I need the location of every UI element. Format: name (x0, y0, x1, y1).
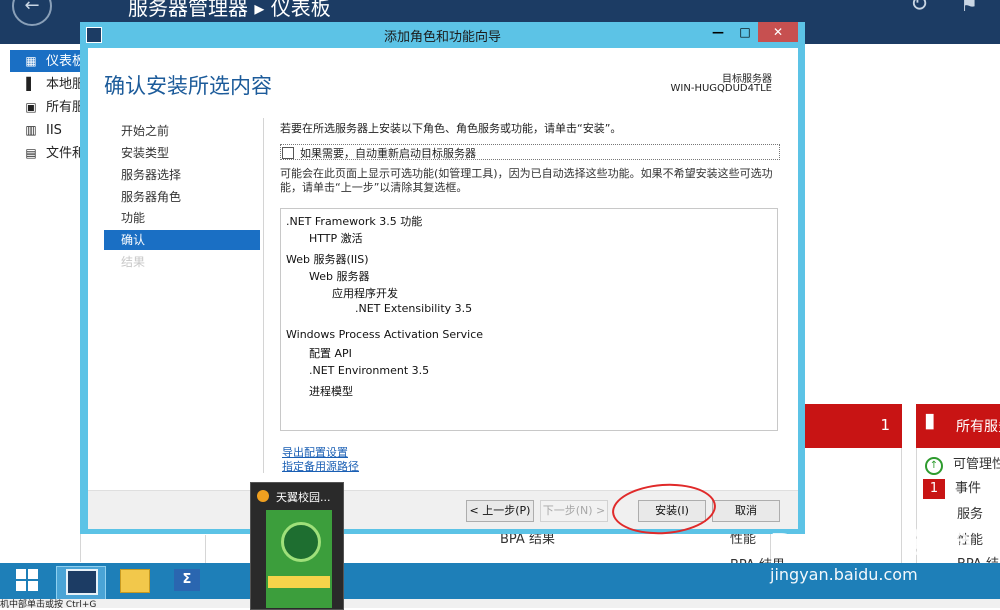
preview-banner-graphic (268, 576, 330, 588)
step-label: 功能 (121, 211, 146, 225)
tile-row-label: 可管理性 (953, 457, 1000, 472)
dashboard-icon: ▦ (25, 54, 37, 68)
feature-item: Windows Process Activation Service (286, 328, 484, 341)
notifications-flag-icon[interactable]: ⚑ (960, 0, 978, 16)
feature-item: 配置 API (309, 347, 352, 360)
page-title: 确认安装所选内容 (104, 74, 272, 98)
alternate-source-link[interactable]: 指定备用源路径 (282, 458, 359, 474)
windows-start-icon[interactable] (16, 569, 40, 593)
step-label: 结果 (121, 255, 146, 269)
feature-item: 进程模型 (309, 385, 353, 398)
file-storage-icon: ▤ (25, 146, 37, 160)
sidebar-item-label: IIS (46, 123, 62, 138)
all-servers-tile-header[interactable]: ▊ 所有服务器 (916, 404, 1000, 448)
events-row[interactable]: 1 事件 (923, 477, 981, 499)
sidebar-item-file-storage[interactable]: ▤ 文件和存储服务 (10, 142, 80, 164)
thumbnail-title: 天翼校园... (276, 491, 331, 504)
next-button[interactable]: 下一步(N) > (540, 500, 608, 522)
previous-button[interactable]: < 上一步(P) (466, 500, 534, 522)
server-manager-sidebar: ▦ 仪表板 ▌ 本地服务器 ▣ 所有服务器 ▥ IIS ▤ 文件和存储服务 (10, 44, 81, 562)
step-label: 服务器角色 (121, 190, 182, 204)
ok-arrow-icon: ↑ (925, 457, 943, 475)
server-manager-icon (66, 569, 98, 595)
step-confirmation[interactable]: 确认 (104, 230, 260, 250)
cancel-button[interactable]: 取消 (712, 500, 780, 522)
iis-icon: ▥ (25, 123, 37, 137)
tile-title: 所有服务器 (956, 419, 1000, 435)
step-label: 服务器选择 (121, 168, 182, 182)
step-server-roles[interactable]: 服务器角色 (104, 187, 260, 207)
start-pane (28, 569, 38, 579)
start-pane (16, 569, 26, 579)
selected-features-list[interactable]: .NET Framework 3.5 功能 HTTP 激活 Web 服务器(II… (280, 208, 778, 431)
sidebar-item-label: 文件和存储服务 (46, 146, 80, 161)
restart-checkbox[interactable] (282, 147, 294, 159)
breadcrumb-separator: ▸ (254, 0, 265, 20)
tile-row-label: 事件 (955, 481, 982, 496)
steps-divider (263, 118, 264, 473)
sidebar-item-iis[interactable]: ▥ IIS (10, 119, 80, 141)
start-pane (28, 581, 38, 591)
file-explorer-icon[interactable] (120, 569, 150, 593)
status-hint: 机中部单击或按 Ctrl+G (0, 600, 97, 610)
preview-ring-graphic (281, 522, 321, 562)
event-count-badge: 1 (923, 479, 945, 499)
title-prefix: 服务器管理器 (128, 0, 248, 20)
sidebar-item-all-servers[interactable]: ▣ 所有服务器 (10, 96, 80, 118)
step-results: 结果 (104, 252, 260, 272)
feature-item: HTTP 激活 (309, 232, 363, 245)
sidebar-item-dashboard[interactable]: ▦ 仪表板 (10, 50, 80, 72)
wizard-title: 添加角色和功能向导 (383, 30, 501, 45)
powershell-icon[interactable]: Σ (174, 569, 200, 591)
step-features[interactable]: 功能 (104, 208, 260, 228)
manageability-row[interactable]: ↑ 可管理性 (925, 453, 1000, 475)
feature-item: 应用程序开发 (332, 287, 398, 300)
sidebar-item-label: 本地服务器 (46, 77, 80, 92)
local-server-icon: ▌ (26, 77, 36, 91)
all-servers-icon: ▣ (25, 100, 37, 114)
destination-server-name: WIN-HUGQDUD4TLE (670, 83, 772, 94)
app-icon (257, 490, 269, 502)
status-strip (0, 599, 1000, 608)
feature-item: Web 服务器 (309, 270, 370, 283)
maximize-button[interactable]: □ (732, 22, 758, 42)
step-before-you-begin[interactable]: 开始之前 (104, 121, 260, 141)
step-label: 安装类型 (121, 146, 170, 160)
step-installation-type[interactable]: 安装类型 (104, 143, 260, 163)
feature-item: .NET Framework 3.5 功能 (286, 215, 423, 228)
close-button[interactable]: ✕ (758, 22, 798, 42)
refresh-icon[interactable]: ↻ (910, 0, 928, 17)
start-pane (16, 581, 26, 591)
baidu-watermark-logo: Bai●du 经验 (770, 528, 972, 563)
sidebar-item-local-server[interactable]: ▌ 本地服务器 (10, 73, 80, 95)
sidebar-item-label: 仪表板 (46, 54, 80, 69)
sidebar-item-label: 所有服务器 (46, 100, 80, 115)
intro-text: 若要在所选服务器上安装以下角色、角色服务或功能，请单击“安装”。 (280, 122, 622, 135)
dashboard-content (808, 44, 1000, 404)
minimize-button[interactable]: — (704, 22, 732, 42)
feature-item: .NET Extensibility 3.5 (355, 302, 473, 315)
tile-count: 1 (880, 416, 890, 434)
title-page: 仪表板 (270, 0, 331, 20)
restart-checkbox-label[interactable]: 如果需要，自动重新启动目标服务器 (300, 145, 476, 161)
step-label: 确认 (121, 233, 146, 247)
feature-item: Web 服务器(IIS) (286, 253, 369, 266)
step-label: 开始之前 (121, 124, 170, 138)
baidu-watermark-url: jingyan.baidu.com (770, 565, 918, 584)
servers-icon: ▊ (926, 415, 936, 430)
server-manager-title: 服务器管理器 ▸ 仪表板 (128, 0, 331, 21)
step-server-selection[interactable]: 服务器选择 (104, 165, 260, 185)
optional-features-note: 可能会在此页面上显示可选功能(如管理工具)，因为已自动选择这些功能。如果不希望安… (280, 167, 773, 194)
feature-item: .NET Environment 3.5 (309, 364, 430, 377)
